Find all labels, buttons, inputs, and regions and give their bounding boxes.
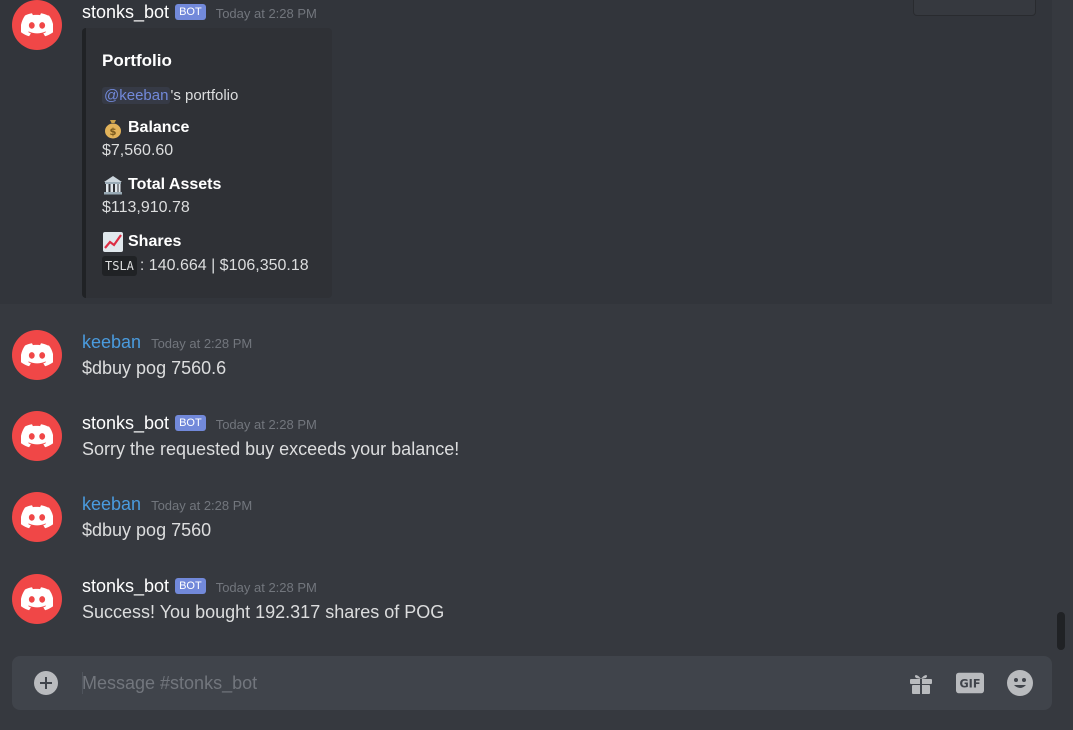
shares-detail: : 140.664 | $106,350.18 <box>139 257 309 274</box>
message-hover-toolbar[interactable] <box>913 0 1036 16</box>
plus-circle-icon <box>34 671 58 695</box>
bot-tag: BOT <box>175 4 206 20</box>
username[interactable]: keeban <box>82 494 141 515</box>
message-item[interactable]: stonks_bot BOT Today at 2:28 PM Sorry th… <box>0 401 1052 471</box>
message-header: stonks_bot BOT Today at 2:28 PM <box>82 413 317 434</box>
bank-icon <box>104 176 122 195</box>
gift-icon <box>910 675 932 694</box>
timestamp: Today at 2:28 PM <box>151 336 253 351</box>
upload-button[interactable] <box>34 671 58 695</box>
avatar[interactable] <box>12 0 62 50</box>
discord-logo-icon <box>21 424 53 448</box>
message-content: $dbuy pog 7560 <box>82 520 212 540</box>
field-name-shares: Shares <box>102 231 181 253</box>
avatar[interactable] <box>12 330 62 380</box>
message-item[interactable]: keeban Today at 2:28 PM $dbuy pog 7560.6 <box>0 320 1052 390</box>
scrollbar-thumb[interactable] <box>1057 612 1065 650</box>
chat-window: stonks_bot BOT Today at 2:28 PM Portfoli… <box>0 0 1073 730</box>
chart-increasing-icon <box>103 232 123 252</box>
timestamp: Today at 2:28 PM <box>215 580 317 595</box>
timestamp: Today at 2:28 PM <box>215 417 317 432</box>
message-item[interactable]: stonks_bot BOT Today at 2:28 PM Portfoli… <box>0 0 1052 304</box>
message-composer: GIF <box>12 656 1052 710</box>
message-header: stonks_bot BOT Today at 2:28 PM <box>82 2 317 23</box>
field-label: Shares <box>128 233 182 250</box>
embed-title: Portfolio <box>102 51 172 70</box>
avatar[interactable] <box>12 574 62 624</box>
message-header: stonks_bot BOT Today at 2:28 PM <box>82 576 317 597</box>
field-name-total-assets: Total Assets <box>102 174 221 196</box>
field-label: Total Assets <box>128 176 222 193</box>
discord-logo-icon <box>21 505 53 529</box>
ticker-code: TSLA <box>102 256 137 276</box>
message-content: Sorry the requested buy exceeds your bal… <box>82 439 460 459</box>
portfolio-embed: Portfolio @keeban's portfolio $ Balance … <box>82 28 332 298</box>
message-item[interactable]: keeban Today at 2:28 PM $dbuy pog 7560 <box>0 482 1052 552</box>
gif-button[interactable]: GIF <box>956 670 984 696</box>
discord-logo-icon <box>21 587 53 611</box>
user-mention[interactable]: @keeban <box>102 87 171 104</box>
username[interactable]: stonks_bot <box>82 2 169 23</box>
message-content: $dbuy pog 7560.6 <box>82 358 227 378</box>
message-content: Success! You bought 192.317 shares of PO… <box>82 602 445 622</box>
message-input[interactable] <box>82 656 882 710</box>
timestamp: Today at 2:28 PM <box>151 498 253 513</box>
gift-button[interactable] <box>907 670 935 696</box>
field-value-shares: TSLA : 140.664 | $106,350.18 <box>102 256 309 276</box>
avatar[interactable] <box>12 492 62 542</box>
message-list: stonks_bot BOT Today at 2:28 PM Portfoli… <box>0 0 1052 650</box>
discord-logo-icon <box>21 343 53 367</box>
timestamp: Today at 2:28 PM <box>215 6 317 21</box>
embed-description-suffix: 's portfolio <box>170 87 239 104</box>
username[interactable]: stonks_bot <box>82 576 169 597</box>
field-label: Balance <box>128 119 190 136</box>
username[interactable]: keeban <box>82 332 141 353</box>
field-value-balance: $7,560.60 <box>102 142 174 159</box>
svg-text:$: $ <box>110 127 117 138</box>
field-name-balance: $ Balance <box>102 117 189 139</box>
username[interactable]: stonks_bot <box>82 413 169 434</box>
bot-tag: BOT <box>175 578 206 594</box>
message-item[interactable]: stonks_bot BOT Today at 2:28 PM Success!… <box>0 564 1052 634</box>
emoji-smile-icon <box>1007 670 1033 696</box>
message-header: keeban Today at 2:28 PM <box>82 494 252 515</box>
field-value-total-assets: $113,910.78 <box>102 199 190 216</box>
avatar[interactable] <box>12 411 62 461</box>
embed-description: @keeban's portfolio <box>102 87 238 104</box>
money-bag-icon: $ <box>105 120 121 139</box>
bot-tag: BOT <box>175 415 206 431</box>
emoji-picker-button[interactable] <box>1006 670 1034 696</box>
discord-logo-icon <box>21 13 53 37</box>
message-header: keeban Today at 2:28 PM <box>82 332 252 353</box>
gif-icon: GIF <box>956 672 984 694</box>
scrollbar-track[interactable] <box>1056 0 1066 650</box>
svg-text:GIF: GIF <box>960 678 981 691</box>
